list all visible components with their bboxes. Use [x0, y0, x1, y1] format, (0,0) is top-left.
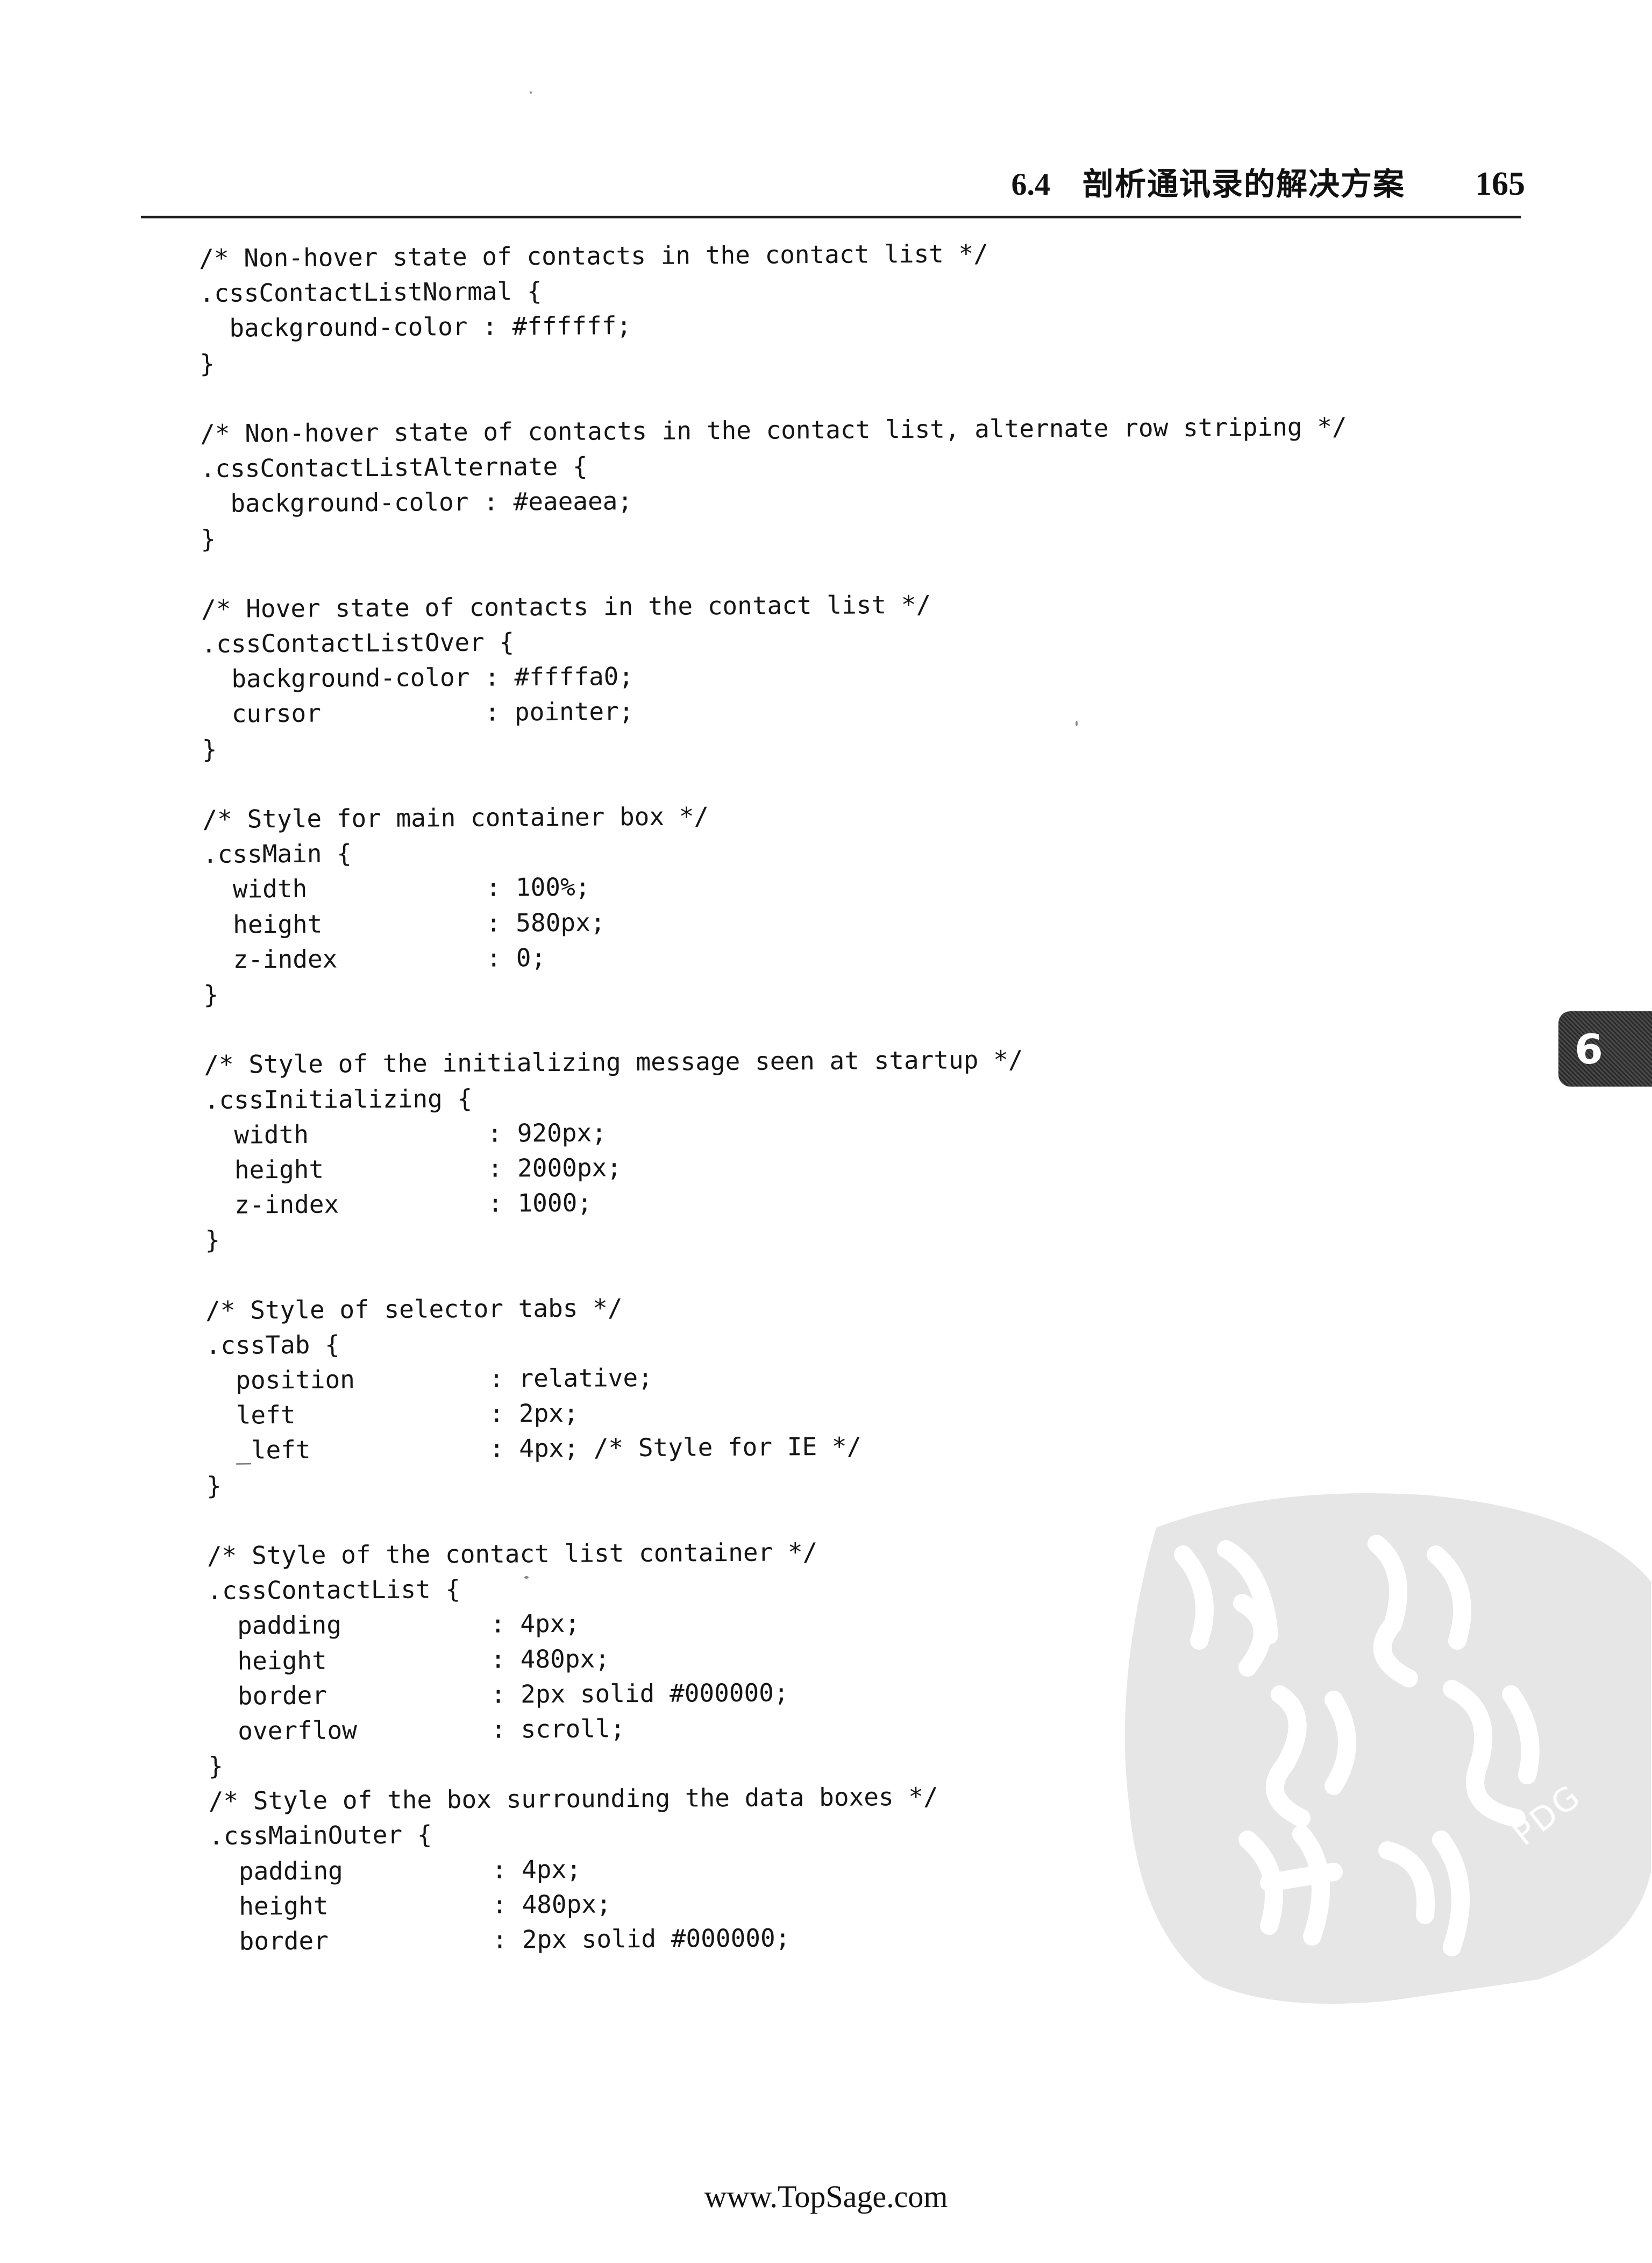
footer-url: www.TopSage.com	[704, 2179, 948, 2214]
chapter-number: 6	[1575, 1025, 1603, 1073]
page-number: 165	[1475, 166, 1525, 202]
code-line: /* Non-hover state of contacts in the co…	[200, 412, 1347, 448]
scan-speck	[524, 1576, 529, 1579]
scan-speck	[1076, 721, 1078, 726]
scan-speck	[530, 91, 532, 94]
seal-watermark-icon	[1124, 1493, 1651, 2004]
header-rule	[141, 216, 1521, 218]
section-title: 剖析通讯录的解决方案	[1082, 166, 1405, 202]
chapter-tab: 6	[1558, 1011, 1652, 1087]
running-header: 6.4 剖析通讯录的解决方案 165	[1011, 159, 1525, 204]
section-number: 6.4	[1011, 167, 1050, 202]
